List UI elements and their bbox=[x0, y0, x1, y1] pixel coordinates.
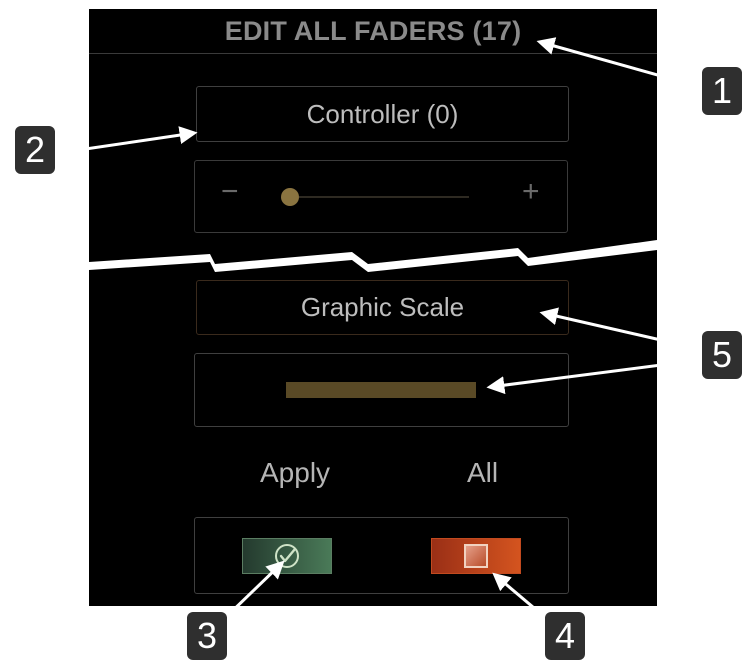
callout-arrow-2 bbox=[64, 126, 198, 154]
callout-arrow-5b bbox=[486, 358, 701, 395]
callout-badge-3: 3 bbox=[187, 612, 227, 660]
tear-band bbox=[89, 240, 657, 272]
callout-badge-1: 1 bbox=[702, 67, 742, 115]
callout-arrow-1 bbox=[536, 37, 705, 90]
callout-arrow-3 bbox=[221, 560, 285, 622]
callout-badge-5: 5 bbox=[702, 331, 742, 379]
callout-badge-4: 4 bbox=[545, 612, 585, 660]
callout-badge-2: 2 bbox=[15, 126, 55, 174]
annotation-overlay bbox=[64, 37, 705, 626]
callout-arrow-5a bbox=[539, 307, 701, 351]
